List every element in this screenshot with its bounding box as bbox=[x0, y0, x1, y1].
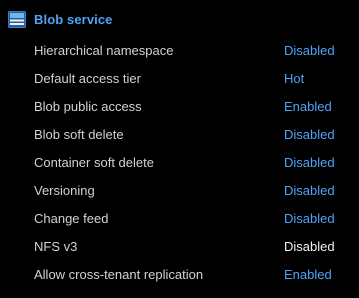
property-row-versioning: Versioning Disabled bbox=[0, 176, 359, 204]
property-value-link[interactable]: Disabled bbox=[284, 155, 335, 170]
property-label: Versioning bbox=[34, 182, 95, 198]
property-row-change-feed: Change feed Disabled bbox=[0, 204, 359, 232]
property-label: NFS v3 bbox=[34, 238, 78, 254]
property-row-default-access-tier: Default access tier Hot bbox=[0, 64, 359, 92]
property-label: Blob public access bbox=[34, 98, 142, 114]
property-label: Hierarchical namespace bbox=[34, 42, 174, 58]
property-value-link[interactable]: Disabled bbox=[284, 43, 335, 58]
property-label: Allow cross-tenant replication bbox=[34, 266, 204, 282]
property-value-link[interactable]: Disabled bbox=[284, 127, 335, 142]
section-header[interactable]: Blob service bbox=[8, 9, 113, 29]
property-label: Default access tier bbox=[34, 70, 141, 86]
property-value-link[interactable]: Hot bbox=[284, 71, 304, 86]
property-value-link[interactable]: Disabled bbox=[284, 211, 335, 226]
property-value-text: Disabled bbox=[284, 238, 335, 254]
property-list: Hierarchical namespace Disabled Default … bbox=[0, 36, 359, 288]
property-row-container-soft-delete: Container soft delete Disabled bbox=[0, 148, 359, 176]
property-label: Blob soft delete bbox=[34, 126, 124, 142]
blob-service-panel: Blob service Hierarchical namespace Disa… bbox=[0, 0, 359, 298]
blob-storage-icon bbox=[8, 10, 26, 28]
section-title: Blob service bbox=[34, 11, 113, 27]
property-row-blob-soft-delete: Blob soft delete Disabled bbox=[0, 120, 359, 148]
property-label: Change feed bbox=[34, 210, 109, 226]
property-row-nfs-v3: NFS v3 Disabled bbox=[0, 232, 359, 260]
property-value-link[interactable]: Enabled bbox=[284, 99, 332, 114]
property-row-blob-public-access: Blob public access Enabled bbox=[0, 92, 359, 120]
property-row-cross-tenant-replication: Allow cross-tenant replication Enabled bbox=[0, 260, 359, 288]
property-value-link[interactable]: Enabled bbox=[284, 267, 332, 282]
property-row-hierarchical-namespace: Hierarchical namespace Disabled bbox=[0, 36, 359, 64]
property-label: Container soft delete bbox=[34, 154, 154, 170]
property-value-link[interactable]: Disabled bbox=[284, 183, 335, 198]
